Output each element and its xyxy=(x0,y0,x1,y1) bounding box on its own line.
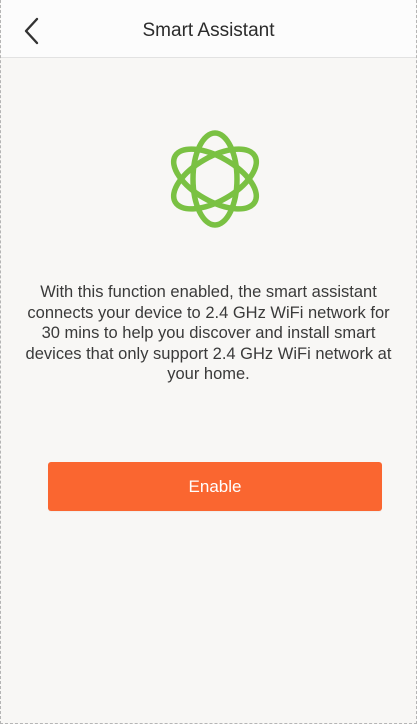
atom-orbit-icon xyxy=(170,130,260,228)
enable-button[interactable]: Enable xyxy=(48,462,382,511)
page-title: Smart Assistant xyxy=(142,20,275,41)
chevron-left-icon xyxy=(24,17,39,45)
navigation-bar: Smart Assistant xyxy=(1,0,416,58)
smart-assistant-logo xyxy=(162,126,268,232)
back-button[interactable] xyxy=(15,14,49,48)
feature-description: With this function enabled, the smart as… xyxy=(25,283,392,383)
smart-assistant-screen: Smart Assistant With this function enabl… xyxy=(0,0,417,724)
